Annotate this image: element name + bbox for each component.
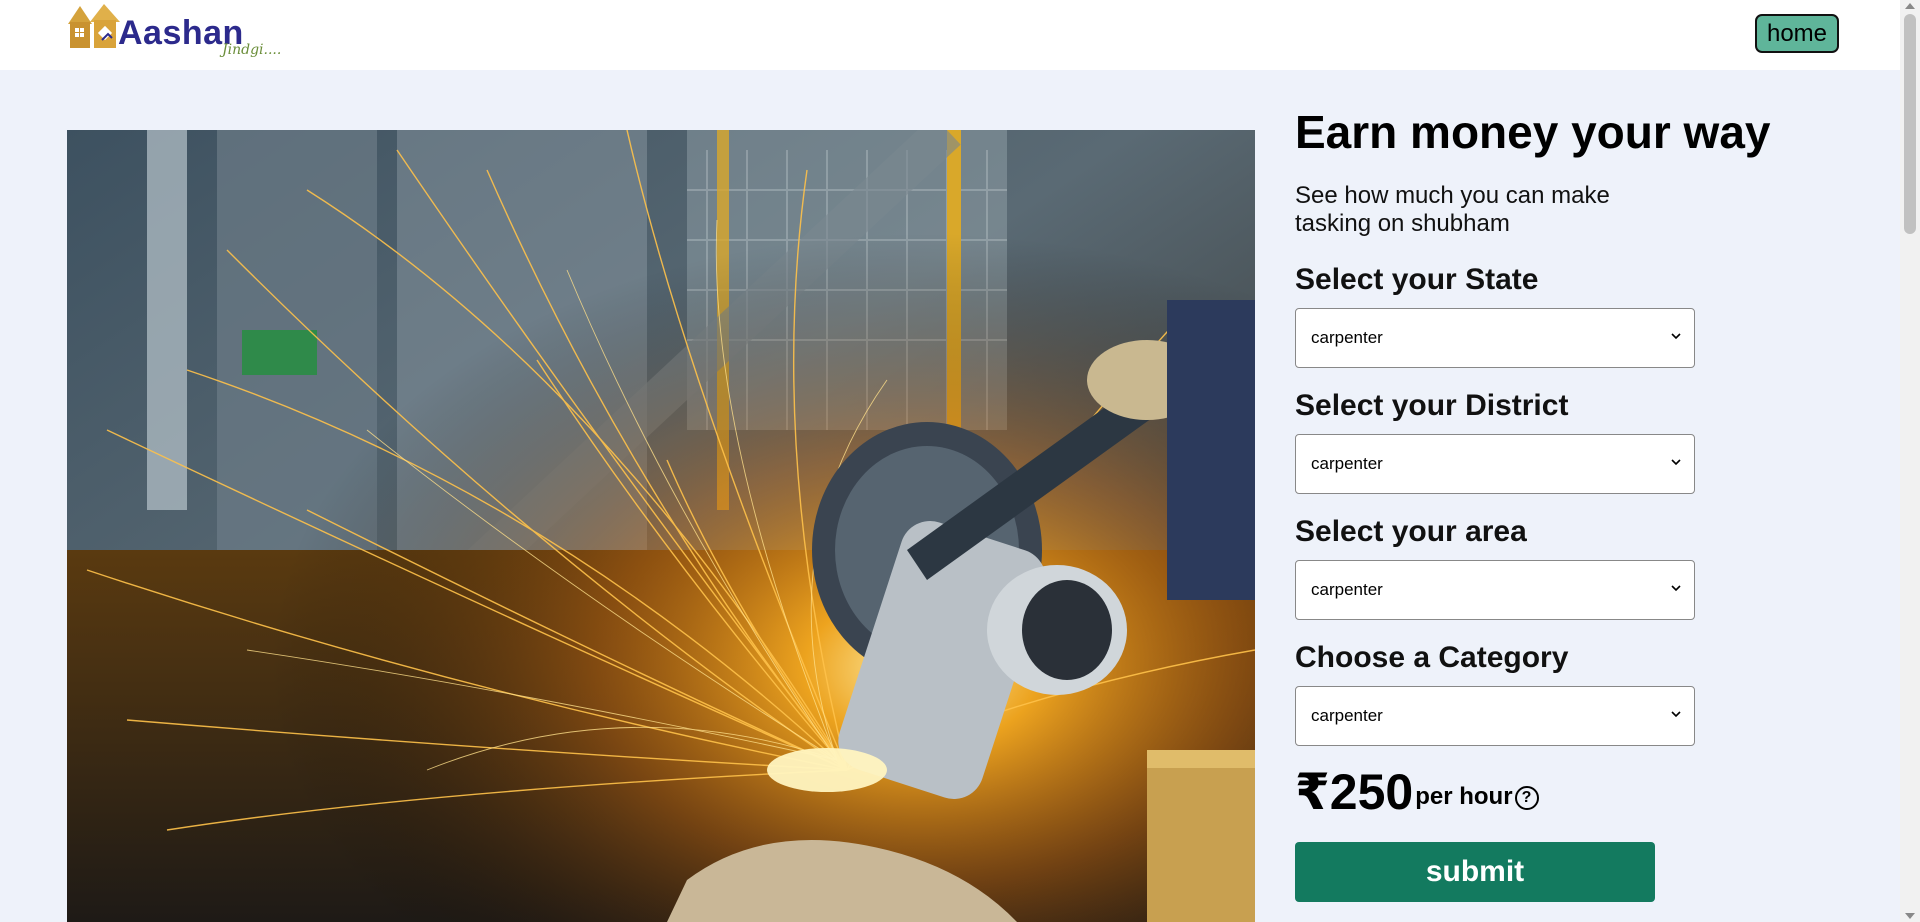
scroll-down-arrow-icon[interactable] — [1905, 913, 1915, 919]
category-select-value: carpenter — [1311, 706, 1383, 725]
district-select-value: carpenter — [1311, 454, 1383, 473]
page-title: Earn money your way — [1295, 106, 1771, 158]
area-label: Select your area — [1295, 515, 1527, 548]
state-select[interactable]: carpenter — [1295, 308, 1695, 368]
district-label: Select your District — [1295, 389, 1569, 422]
state-label: Select your State — [1295, 263, 1539, 296]
question-circle-icon[interactable]: ? — [1514, 786, 1539, 810]
brand-logo[interactable]: Aashan Jindgi.... — [66, 2, 296, 64]
chevron-down-icon — [1671, 459, 1681, 466]
grinder-sparks-image — [67, 130, 1255, 922]
price-row: ₹250 per hour ? — [1295, 766, 1835, 818]
category-select[interactable]: carpenter — [1295, 686, 1695, 746]
earnings-panel: Earn money your way See how much you can… — [1295, 104, 1835, 902]
state-select-value: carpenter — [1311, 328, 1383, 347]
scrollbar-thumb[interactable] — [1904, 14, 1916, 234]
submit-button[interactable]: submit — [1295, 842, 1655, 902]
page-scrollbar[interactable] — [1900, 0, 1920, 922]
top-navbar: Aashan Jindgi.... home — [0, 0, 1900, 70]
home-button[interactable]: home — [1755, 14, 1839, 53]
hero-image — [67, 130, 1255, 922]
district-select[interactable]: carpenter — [1295, 434, 1695, 494]
logo-tagline: Jindgi.... — [222, 42, 282, 58]
page-subtitle: See how much you can make tasking on shu… — [1295, 182, 1610, 237]
scroll-up-arrow-icon[interactable] — [1905, 3, 1915, 9]
house-logo-icon — [68, 4, 120, 48]
chevron-down-icon — [1671, 333, 1681, 340]
chevron-down-icon — [1671, 711, 1681, 718]
area-select[interactable]: carpenter — [1295, 560, 1695, 620]
price-unit: per hour — [1415, 783, 1513, 810]
price-amount: ₹250 — [1295, 764, 1414, 820]
category-label: Choose a Category — [1295, 641, 1569, 674]
area-select-value: carpenter — [1311, 580, 1383, 599]
chevron-down-icon — [1671, 585, 1681, 592]
